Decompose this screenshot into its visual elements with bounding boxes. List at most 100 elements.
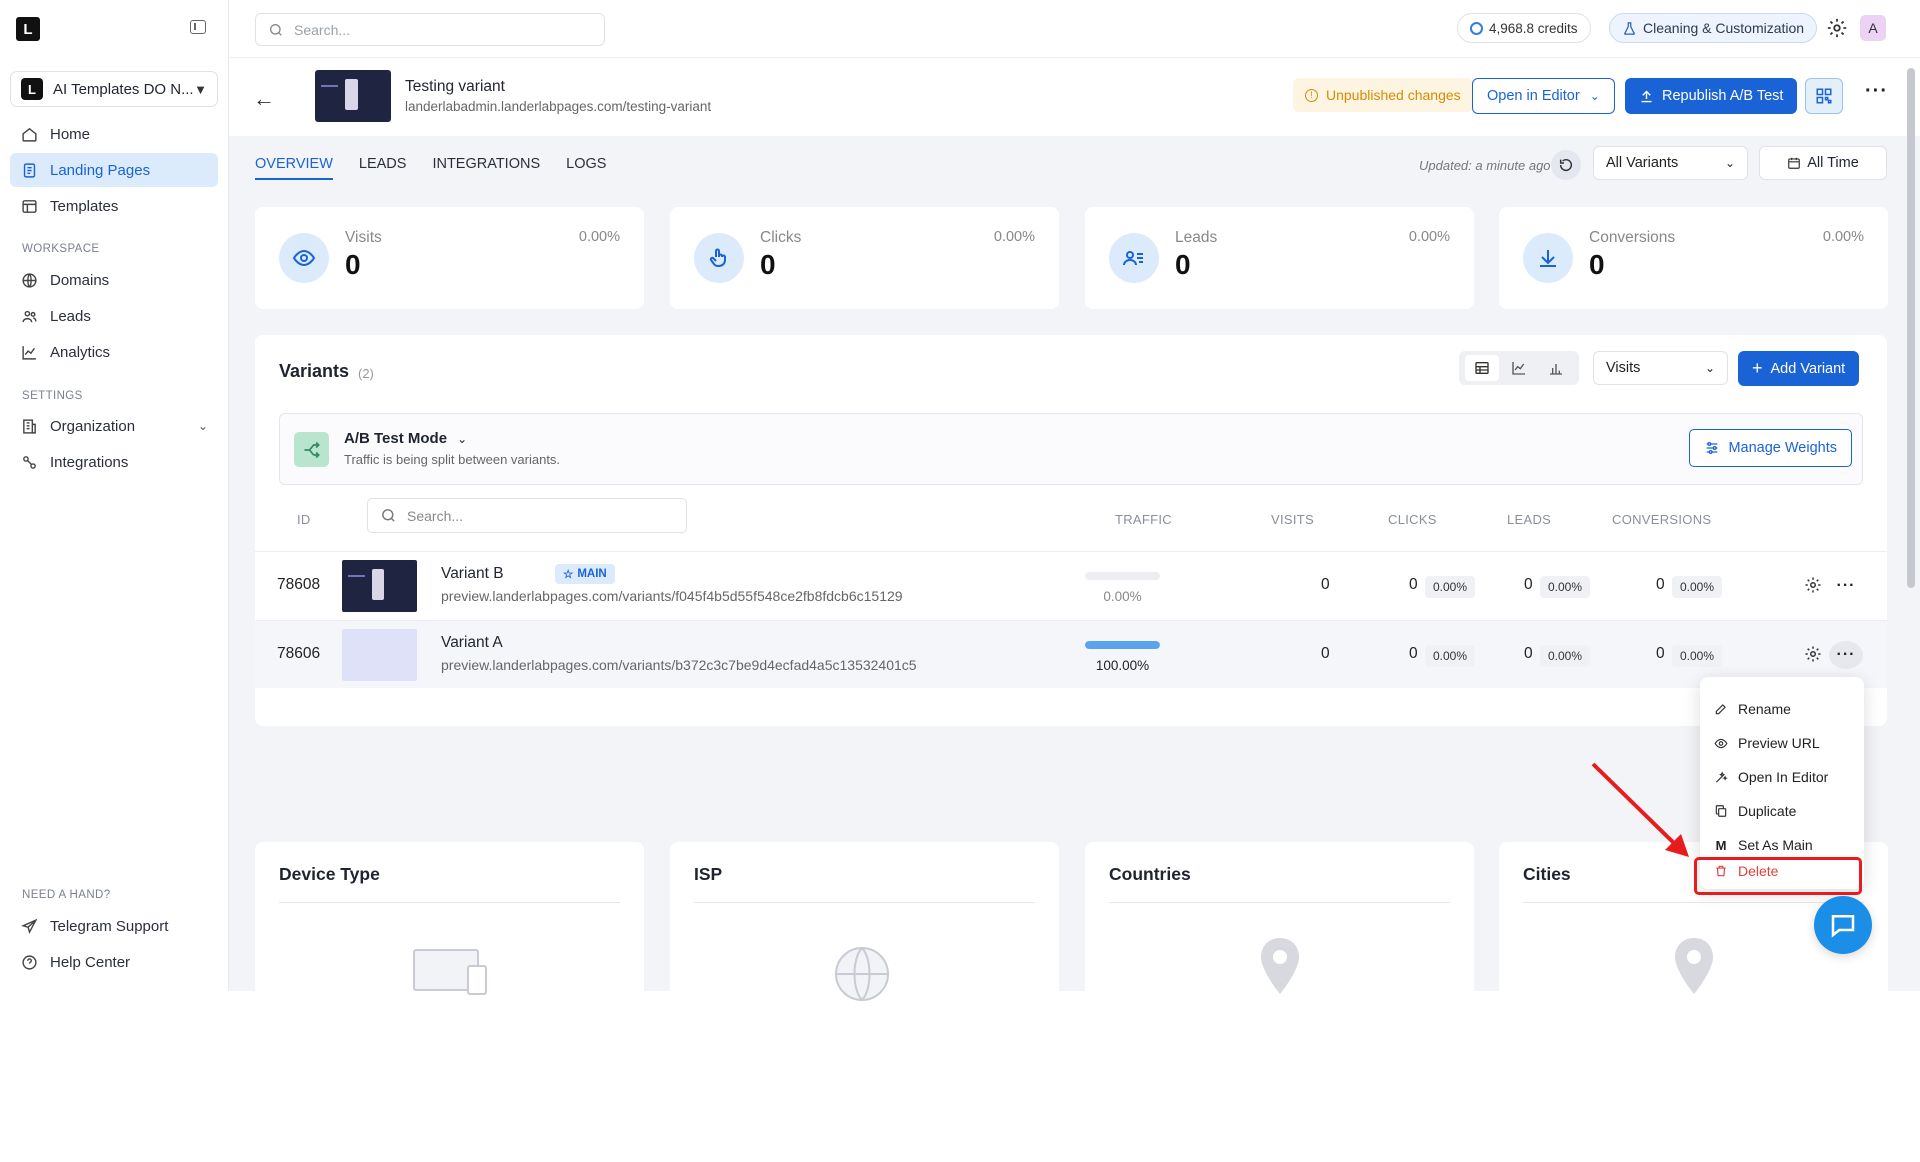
layout-icon [20,197,38,215]
plus-icon: + [1752,358,1763,378]
scrollbar-thumb[interactable] [1907,68,1915,588]
section-label-workspace: WORKSPACE [22,243,100,255]
column-header-leads: LEADS [1507,512,1552,527]
clicks-value: 0 [1409,645,1418,662]
credits-badge[interactable]: 4,968.8 credits [1457,13,1591,43]
row-settings-gear-icon[interactable] [1804,645,1822,663]
user-list-icon [1109,233,1159,283]
tab-overview[interactable]: OVERVIEW [255,156,333,180]
manage-weights-label: Manage Weights [1728,440,1837,456]
sidebar-item-templates[interactable]: Templates [10,189,218,223]
conversions-percent: 0.00% [1672,645,1723,667]
republish-ab-test-button[interactable]: Republish A/B Test [1625,78,1798,114]
unpublished-label: Unpublished changes [1326,87,1461,103]
chevron-down-icon: ⌄ [1704,361,1715,375]
menu-item-open-in-editor[interactable]: Open In Editor [1700,760,1864,794]
users-icon [20,307,38,325]
clicks-percent: 0.00% [1425,576,1476,598]
table-view-icon[interactable] [1464,355,1499,381]
settings-gear-icon[interactable] [1826,17,1848,39]
divider [1523,902,1864,903]
tab-logs[interactable]: LOGS [566,156,606,180]
sidebar-toggle-icon[interactable] [190,20,206,34]
app-logo[interactable]: L [16,17,40,41]
variant-url[interactable]: preview.landerlabpages.com/variants/b372… [441,657,917,673]
back-arrow-icon[interactable]: ← [253,86,275,112]
refresh-icon [1559,158,1573,172]
sidebar-item-leads[interactable]: Leads [10,299,218,333]
sidebar-item-integrations[interactable]: Integrations [10,445,218,479]
menu-item-rename[interactable]: Rename [1700,692,1864,726]
variant-search-input[interactable]: Search... [367,498,687,533]
sidebar-item-home[interactable]: Home [10,117,218,151]
ab-test-mode-dropdown[interactable]: A/B Test Mode ⌄ [344,430,467,447]
clicks-value: 0 [1409,576,1418,593]
sidebar-item-telegram-support[interactable]: Telegram Support [10,909,218,943]
sidebar-item-analytics[interactable]: Analytics [10,335,218,369]
download-icon [1523,233,1573,283]
leads-percent: 0.00% [1540,645,1591,667]
sidebar-item-help-center[interactable]: Help Center [10,945,218,979]
isp-card: ISP [670,842,1059,1162]
variant-name: Variant B [441,565,504,582]
cleaning-label: Cleaning & Customization [1643,20,1805,36]
row-more-options-icon[interactable]: ··· [1829,641,1863,669]
metric-select[interactable]: Visits ⌄ [1593,351,1728,385]
time-range-button[interactable]: All Time [1759,146,1887,180]
sidebar: L L AI Templates DO N... ▼ Home Landing … [0,0,229,991]
sliders-icon [1707,442,1718,454]
main-badge: ☆ MAIN [555,564,615,584]
variant-url[interactable]: preview.landerlabpages.com/variants/f045… [441,588,903,604]
tab-leads[interactable]: LEADS [359,156,407,180]
visits-value: 0 [1321,645,1330,662]
cleaning-customization-button[interactable]: Cleaning & Customization [1609,13,1818,43]
stat-percent: 0.00% [578,229,620,245]
card-title: Countries [1109,864,1191,884]
sidebar-item-label: Integrations [50,453,129,471]
table-row[interactable]: 78608 Variant B ☆ MAIN preview.landerlabp… [255,551,1887,619]
devices-icon [412,949,487,995]
menu-item-duplicate[interactable]: Duplicate [1700,794,1864,828]
copy-icon [1714,804,1728,818]
chat-support-button[interactable] [1814,896,1872,954]
add-variant-button[interactable]: + Add Variant [1738,351,1860,386]
bar-chart-view-icon[interactable] [1539,355,1573,381]
traffic-bar [1085,641,1160,649]
sidebar-item-label: Domains [50,271,110,289]
search-icon [270,23,282,36]
sidebar-item-landing-pages[interactable]: Landing Pages [10,153,218,187]
workspace-name: AI Templates DO N... [53,80,194,98]
sidebar-item-organization[interactable]: Organization ⌄ [10,409,218,443]
table-row[interactable]: 78606 Variant A preview.landerlabpages.c… [255,620,1887,688]
menu-item-preview-url[interactable]: Preview URL [1700,726,1864,760]
variant-id: 78608 [277,576,321,593]
conversions-value: 0 [1656,576,1665,593]
calendar-icon [1788,157,1801,169]
top-bar: Search... 4,968.8 credits Cleaning & Cus… [229,0,1920,58]
global-search-input[interactable]: Search... [255,13,605,46]
refresh-button[interactable] [1551,150,1581,180]
row-settings-gear-icon[interactable] [1804,576,1822,594]
variant-id: 78606 [277,645,321,662]
workspace-selector[interactable]: L AI Templates DO N... ▼ [10,71,218,107]
tab-integrations[interactable]: INTEGRATIONS [432,156,540,180]
sidebar-item-domains[interactable]: Domains [10,263,218,297]
qr-code-button[interactable] [1805,78,1843,114]
time-range-label: All Time [1807,155,1859,171]
open-in-editor-button[interactable]: Open in Editor ⌄ [1472,78,1615,114]
manage-weights-button[interactable]: Manage Weights [1689,429,1852,467]
stat-card-conversions: Conversions 0 0.00% [1499,207,1888,309]
m-icon: M [1715,837,1727,853]
info-icon: ! [1305,88,1318,102]
chevron-down-icon: ▼ [194,81,207,97]
traffic-percent: 100.00% [1095,658,1150,673]
map-pin-icon [1260,938,1299,994]
sidebar-item-label: Templates [50,197,119,215]
wand-icon [1714,770,1728,785]
row-more-options-icon[interactable]: ··· [1829,572,1863,600]
variants-filter-select[interactable]: All Variants ⌄ [1593,146,1748,180]
line-chart-view-icon[interactable] [1502,355,1536,381]
page-scrollbar[interactable] [1906,58,1916,991]
more-options-icon[interactable]: ··· [1865,80,1888,103]
user-avatar[interactable]: A [1860,15,1886,41]
